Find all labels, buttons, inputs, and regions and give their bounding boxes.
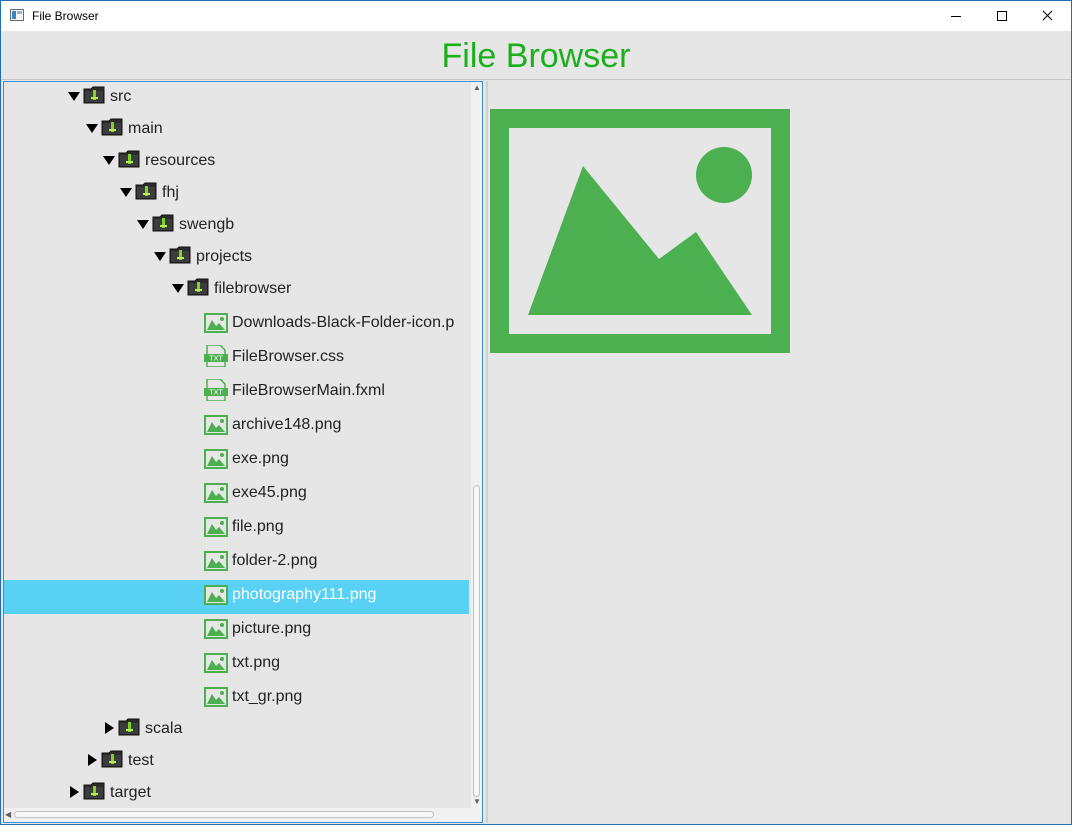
collapse-arrow-icon[interactable] bbox=[154, 252, 166, 261]
collapse-arrow-icon[interactable] bbox=[68, 92, 80, 101]
tree-file-row[interactable]: exe45.png bbox=[4, 478, 469, 512]
page-header: File Browser bbox=[1, 31, 1071, 79]
horizontal-scroll-thumb[interactable] bbox=[14, 811, 434, 818]
scroll-up-icon[interactable]: ▲ bbox=[473, 84, 481, 92]
collapse-arrow-icon[interactable] bbox=[120, 188, 132, 197]
image-file-icon bbox=[204, 313, 228, 338]
page-title: File Browser bbox=[441, 37, 631, 75]
tree-folder-row[interactable]: test bbox=[4, 746, 469, 780]
tree-folder-row[interactable]: filebrowser bbox=[4, 274, 469, 308]
folder-icon bbox=[101, 118, 123, 141]
tree-item-label: folder-2.png bbox=[232, 552, 318, 569]
folder-icon bbox=[101, 750, 123, 773]
expand-arrow-icon[interactable] bbox=[105, 722, 114, 734]
collapse-arrow-icon[interactable] bbox=[172, 284, 184, 293]
tree-item-label: archive148.png bbox=[232, 416, 342, 433]
tree-file-row[interactable]: exe.png bbox=[4, 444, 469, 478]
tree-item-label: resources bbox=[145, 152, 216, 169]
title-bar[interactable]: File Browser bbox=[1, 1, 1071, 31]
vertical-scroll-thumb[interactable] bbox=[473, 485, 480, 797]
image-file-icon bbox=[204, 517, 228, 542]
image-file-icon bbox=[204, 619, 228, 644]
image-file-icon bbox=[204, 551, 228, 576]
tree-folder-row[interactable]: swengb bbox=[4, 210, 469, 244]
tree-folder-row[interactable]: target bbox=[4, 778, 469, 812]
folder-icon bbox=[83, 782, 105, 805]
image-file-icon bbox=[204, 449, 228, 474]
tree-folder-row[interactable]: scala bbox=[4, 714, 469, 748]
tree-folder-row[interactable]: main bbox=[4, 114, 469, 148]
window-title: File Browser bbox=[32, 9, 99, 23]
image-placeholder-icon bbox=[490, 109, 790, 353]
image-file-icon bbox=[204, 585, 228, 610]
tree-item-label: target bbox=[110, 784, 151, 801]
image-file-icon bbox=[204, 687, 228, 712]
scroll-down-icon[interactable]: ▼ bbox=[473, 798, 481, 806]
tree-item-label: exe45.png bbox=[232, 484, 307, 501]
tree-item-label: test bbox=[128, 752, 154, 769]
svg-text:TXT: TXT bbox=[208, 355, 223, 363]
folder-icon bbox=[118, 150, 140, 173]
tree-file-row[interactable]: photography111.png bbox=[4, 580, 469, 614]
tree-item-label: swengb bbox=[179, 216, 235, 233]
folder-icon bbox=[152, 214, 174, 237]
header-divider bbox=[1, 79, 1071, 80]
collapse-arrow-icon[interactable] bbox=[86, 124, 98, 133]
close-button[interactable] bbox=[1025, 1, 1071, 31]
collapse-arrow-icon[interactable] bbox=[137, 220, 149, 229]
folder-icon bbox=[118, 718, 140, 741]
image-file-icon bbox=[204, 653, 228, 678]
tree-file-row[interactable]: txt_gr.png bbox=[4, 682, 469, 716]
collapse-arrow-icon[interactable] bbox=[103, 156, 115, 165]
tree-item-label: FileBrowserMain.fxml bbox=[232, 382, 385, 399]
folder-icon bbox=[135, 182, 157, 205]
tree-item-label: txt_gr.png bbox=[232, 688, 303, 705]
file-tree[interactable]: src main resources fhj swengb projects filebro… bbox=[3, 81, 483, 823]
text-file-icon: TXT bbox=[204, 378, 228, 406]
tree-item-label: exe.png bbox=[232, 450, 289, 467]
image-file-icon bbox=[204, 483, 228, 508]
horizontal-scrollbar[interactable]: ◀ bbox=[4, 808, 471, 822]
tree-item-label: filebrowser bbox=[214, 280, 292, 297]
scroll-corner bbox=[471, 808, 482, 822]
tree-file-row[interactable]: TXT FileBrowser.css bbox=[4, 342, 469, 376]
folder-icon bbox=[187, 278, 209, 301]
tree-folder-row[interactable]: fhj bbox=[4, 178, 469, 212]
text-file-icon: TXT bbox=[204, 344, 228, 372]
tree-item-label: file.png bbox=[232, 518, 284, 535]
expand-arrow-icon[interactable] bbox=[70, 786, 79, 798]
svg-text:TXT: TXT bbox=[208, 389, 223, 397]
vertical-scrollbar[interactable]: ▲ ▼ bbox=[471, 82, 482, 808]
tree-item-label: photography111.png bbox=[232, 586, 377, 603]
expand-arrow-icon[interactable] bbox=[88, 754, 97, 766]
tree-item-label: src bbox=[110, 88, 132, 105]
tree-file-row[interactable]: folder-2.png bbox=[4, 546, 469, 580]
tree-item-label: projects bbox=[196, 248, 253, 265]
tree-file-row[interactable]: picture.png bbox=[4, 614, 469, 648]
maximize-button[interactable] bbox=[979, 1, 1025, 31]
tree-file-row[interactable]: archive148.png bbox=[4, 410, 469, 444]
tree-item-label: FileBrowser.css bbox=[232, 348, 345, 365]
tree-folder-row[interactable]: projects bbox=[4, 242, 469, 276]
tree-item-label: main bbox=[128, 120, 163, 137]
app-window: File Browser File Browser src main resourc… bbox=[0, 0, 1072, 825]
tree-item-label: scala bbox=[145, 720, 183, 737]
tree-file-row[interactable]: TXT FileBrowserMain.fxml bbox=[4, 376, 469, 410]
tree-item-label: Downloads-Black-Folder-icon.p bbox=[232, 314, 455, 331]
tree-item-label: fhj bbox=[162, 184, 179, 201]
tree-file-row[interactable]: txt.png bbox=[4, 648, 469, 682]
tree-folder-row[interactable]: src bbox=[4, 82, 469, 116]
tree-folder-row[interactable]: resources bbox=[4, 146, 469, 180]
scroll-left-icon[interactable]: ◀ bbox=[5, 811, 11, 819]
image-file-icon bbox=[204, 415, 228, 440]
tree-file-row[interactable]: file.png bbox=[4, 512, 469, 546]
tree-item-label: txt.png bbox=[232, 654, 281, 671]
split-divider[interactable] bbox=[486, 81, 488, 823]
minimize-button[interactable] bbox=[933, 1, 979, 31]
folder-icon bbox=[169, 246, 191, 269]
folder-icon bbox=[83, 86, 105, 109]
app-icon bbox=[10, 9, 24, 21]
tree-file-row[interactable]: Downloads-Black-Folder-icon.p bbox=[4, 308, 469, 342]
tree-item-label: picture.png bbox=[232, 620, 312, 637]
